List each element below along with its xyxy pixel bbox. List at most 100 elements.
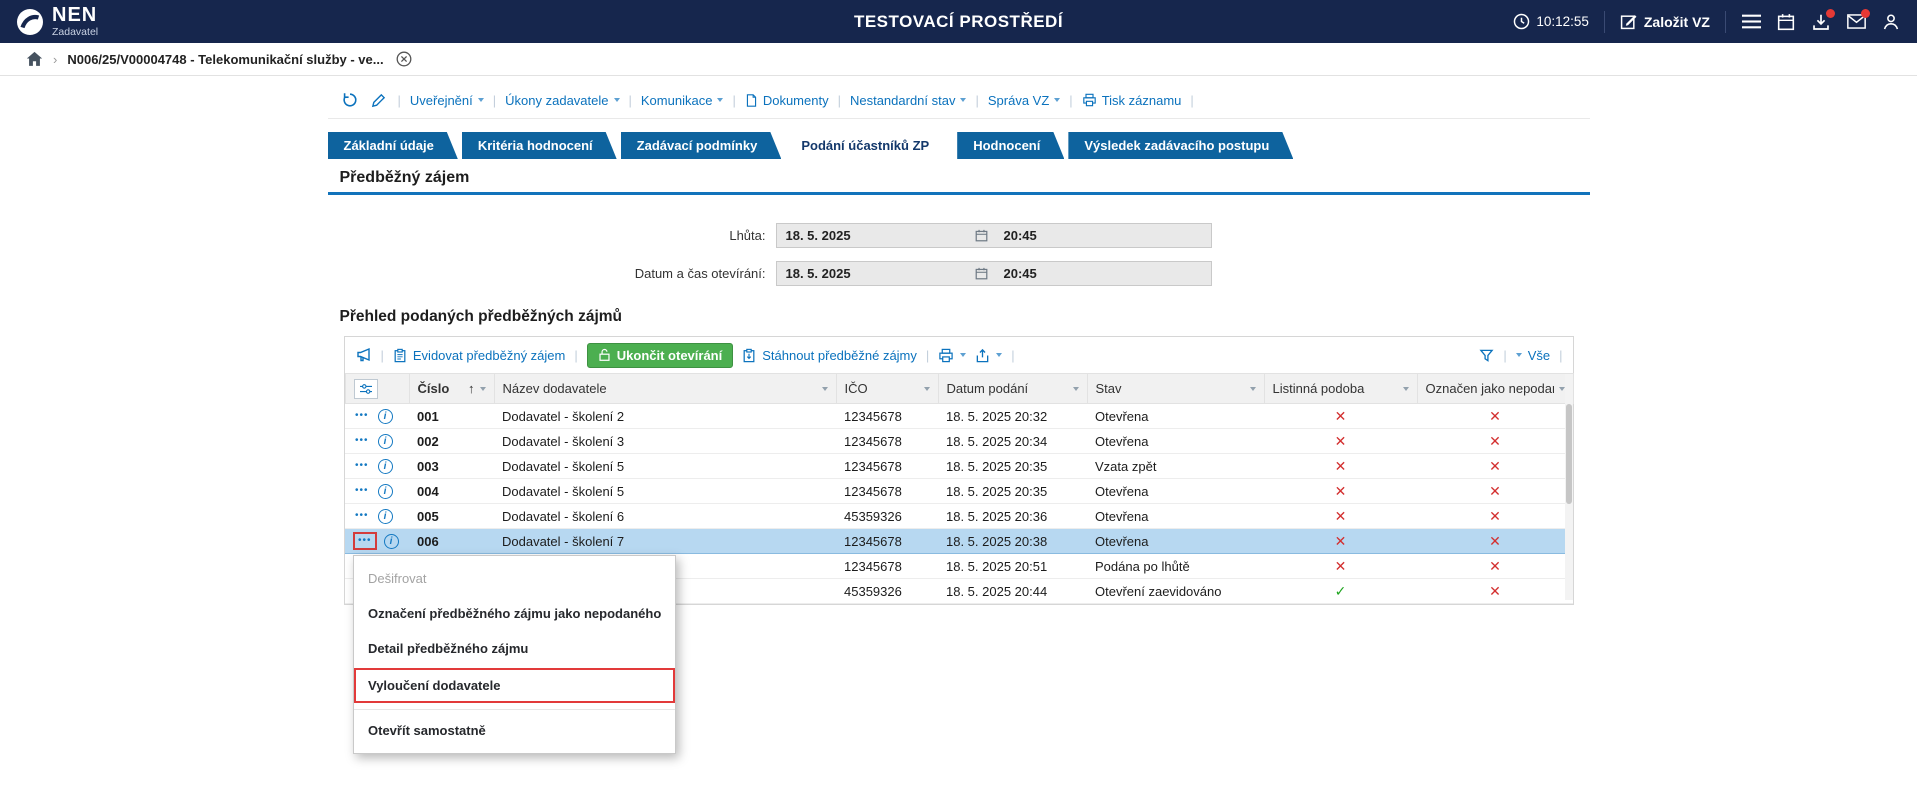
command-uverejneni[interactable]: Uveřejnění [410, 93, 484, 108]
row-info-icon[interactable]: i [377, 433, 393, 449]
otevirani-time-value[interactable]: 20:45 [988, 266, 1037, 281]
command-nestandardni-stav[interactable]: Nestandardní stav [850, 93, 967, 108]
cell-nepodany-mark: ✕ [1417, 553, 1573, 579]
stahnout-link[interactable]: Stáhnout předběžné zájmy [742, 348, 917, 363]
column-header-listinna-podoba[interactable]: Listinná podoba [1263, 373, 1418, 404]
lhuta-field[interactable]: 18. 5. 2025 20:45 [775, 223, 1212, 248]
column-header-oznacen-jako-nepodany[interactable]: Označen jako nepodaný [1416, 373, 1574, 404]
history-refresh-button[interactable] [340, 91, 360, 109]
table-row[interactable]: ••• i 004 Dodavatel - školení 5 12345678 18. … [345, 478, 1573, 504]
view-filter-vse[interactable]: Vše [1515, 348, 1550, 363]
row-actions-button[interactable]: ••• [353, 408, 371, 424]
cell-nazev: Dodavatel - školení 7 [494, 528, 836, 554]
tab-zadavaci-podminky[interactable]: Zadávací podmínky [621, 132, 782, 159]
calendar-icon[interactable] [1776, 12, 1796, 32]
chevron-down-icon [1515, 353, 1522, 357]
column-settings-icon[interactable] [353, 378, 378, 399]
form-row-oteviranie: Datum a čas otevírání: 18. 5. 2025 20:45 [328, 261, 1590, 286]
cell-datum: 18. 5. 2025 20:51 [938, 553, 1087, 579]
create-vz-button[interactable]: Založit VZ [1620, 13, 1710, 30]
command-ukony-zadavatele[interactable]: Úkony zadavatele [505, 93, 620, 108]
tab-zakladni-udaje[interactable]: Základní údaje [328, 132, 458, 159]
table-row[interactable]: ••• i 006 Dodavatel - školení 7 12345678 18. … [345, 528, 1573, 554]
menu-item-detail-predbezneho-zajmu[interactable]: Detail předběžného zájmu [354, 631, 675, 666]
column-header-stav[interactable]: Stav [1086, 373, 1265, 404]
chevron-down-icon [477, 98, 484, 102]
filter-icon[interactable] [1479, 348, 1494, 363]
tab-podani-ucastniku-zp[interactable]: Podání účastníků ZP [785, 132, 953, 159]
row-context-menu: Dešifrovat Označení předběžného zájmu jak… [353, 555, 677, 754]
nen-logo-block[interactable]: NEN Zadavatel [16, 5, 98, 38]
row-info-icon[interactable]: i [377, 408, 393, 424]
table-row[interactable]: ••• i 002 Dodavatel - školení 3 12345678 18. … [345, 428, 1573, 454]
separator: | [380, 347, 384, 363]
ukoncit-otevirani-button[interactable]: Ukončit otevírání [586, 342, 734, 368]
column-label: Označen jako nepodaný [1425, 381, 1554, 396]
table-row[interactable]: ••• i 003 Dodavatel - školení 5 12345678 18. … [345, 453, 1573, 479]
column-header-cislo[interactable]: Číslo ↑ [408, 373, 495, 404]
session-time: 10:12:55 [1513, 13, 1589, 30]
column-filter-icon[interactable] [1249, 386, 1256, 391]
calendar-icon[interactable] [975, 267, 988, 280]
lhuta-date-value[interactable]: 18. 5. 2025 [777, 228, 975, 243]
separator: | [1190, 92, 1194, 108]
breadcrumb-item[interactable]: N006/25/V00004748 - Telekomunikační služ… [67, 52, 383, 67]
row-info-icon[interactable]: i [377, 508, 393, 524]
evidovat-link[interactable]: Evidovat předběžný zájem [393, 348, 565, 363]
otevirani-date-value[interactable]: 18. 5. 2025 [777, 266, 975, 281]
cell-nepodany-mark: ✕ [1417, 453, 1573, 479]
print-menu-button[interactable] [938, 348, 967, 363]
cell-cislo: 003 [409, 453, 494, 479]
row-info-icon[interactable]: i [383, 533, 399, 549]
announcement-icon[interactable] [355, 347, 372, 363]
menu-hamburger-icon[interactable] [1741, 12, 1761, 32]
command-dokumenty[interactable]: Dokumenty [745, 93, 829, 108]
row-actions-button[interactable]: ••• [353, 458, 371, 474]
table-row[interactable]: ••• i 001 Dodavatel - školení 2 12345678 18. … [345, 403, 1573, 429]
user-icon[interactable] [1881, 12, 1901, 32]
menu-item-oznaceni-predbezneho-zajmu-jako-nepodaneho[interactable]: Označení předběžného zájmu jako nepodané… [354, 596, 675, 631]
lhuta-time-value[interactable]: 20:45 [988, 228, 1037, 243]
tab-kriteria-hodnoceni[interactable]: Kritéria hodnocení [462, 132, 617, 159]
chevron-down-icon [717, 98, 724, 102]
command-komunikace[interactable]: Komunikace [641, 93, 724, 108]
cell-nepodany-mark: ✕ [1417, 403, 1573, 429]
close-record-icon[interactable] [396, 51, 412, 67]
row-info-icon[interactable]: i [377, 458, 393, 474]
nen-logo-icon [17, 8, 43, 35]
home-icon[interactable] [26, 51, 43, 67]
tab-hodnoceni[interactable]: Hodnocení [957, 132, 1064, 159]
column-filter-icon[interactable] [923, 386, 930, 391]
cell-listinna-mark: ✓ [1264, 578, 1417, 604]
column-filter-icon[interactable] [479, 386, 486, 391]
column-header-ico[interactable]: IČO [835, 373, 939, 404]
command-tisk-zaznamu[interactable]: Tisk záznamu [1082, 93, 1181, 108]
column-filter-icon[interactable] [1072, 386, 1079, 391]
menu-item-vylouceni-dodavatele[interactable]: Vyloučení dodavatele [354, 668, 676, 703]
vertical-scrollbar[interactable] [1564, 374, 1573, 600]
edit-record-button[interactable] [369, 91, 389, 109]
calendar-icon[interactable] [975, 229, 988, 242]
column-settings-header [344, 373, 410, 404]
export-menu-button[interactable] [975, 348, 1003, 363]
row-actions-button[interactable]: ••• [353, 532, 377, 550]
tab-vysledek-zadavaciho-postupu[interactable]: Výsledek zadávacího postupu [1068, 132, 1293, 159]
clock-icon [1514, 13, 1530, 30]
table-row[interactable]: ••• i 005 Dodavatel - školení 6 45359326 18. … [345, 503, 1573, 529]
row-info-icon[interactable]: i [377, 483, 393, 499]
column-filter-icon[interactable] [821, 386, 828, 391]
messages-icon[interactable] [1846, 8, 1870, 32]
column-label: Stav [1095, 381, 1122, 396]
downloads-icon[interactable] [1811, 8, 1835, 32]
command-sprava-vz[interactable]: Správa VZ [988, 93, 1061, 108]
row-actions-button[interactable]: ••• [353, 508, 371, 524]
row-actions-button[interactable]: ••• [353, 433, 371, 449]
column-header-datum-podani[interactable]: Datum podání [937, 373, 1088, 404]
column-header-nazev-dodavatele[interactable]: Název dodavatele [493, 373, 837, 404]
scrollbar-thumb[interactable] [1565, 404, 1572, 504]
otevirani-field[interactable]: 18. 5. 2025 20:45 [775, 261, 1212, 286]
column-filter-icon[interactable] [1402, 386, 1409, 391]
row-actions-button[interactable]: ••• [353, 483, 371, 499]
messages-badge [1861, 8, 1870, 18]
menu-item-otevrit-samostatne[interactable]: Otevřít samostatně [354, 709, 676, 748]
